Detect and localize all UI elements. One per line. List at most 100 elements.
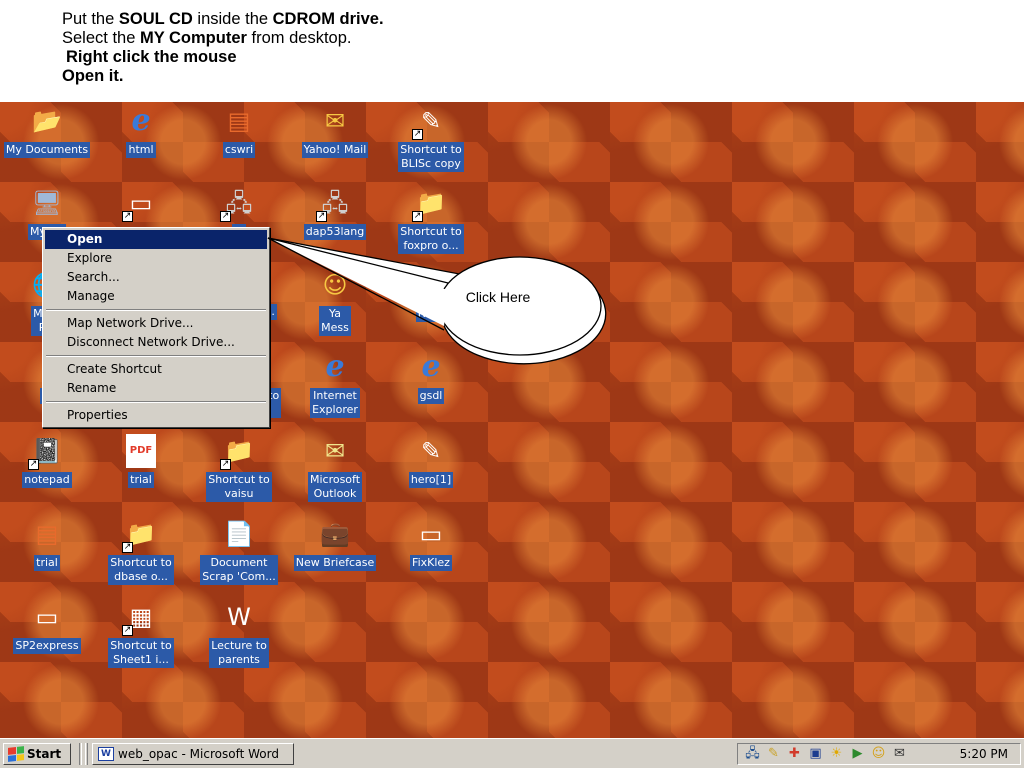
yahoo-mail-icon: ✉ bbox=[324, 107, 346, 135]
desktop-icon[interactable]: 📁 ↗ Shortcut to dbase o... bbox=[94, 517, 188, 585]
menu-item-search[interactable]: Search... bbox=[45, 268, 267, 287]
desktop-icon[interactable]: ▤ cswri bbox=[192, 104, 286, 158]
my-computer-icon: 🖥 bbox=[31, 189, 63, 217]
menu-item-disconnect-network-drive[interactable]: Disconnect Network Drive... bbox=[45, 333, 267, 352]
desktop-icon-label: FixKlez bbox=[410, 555, 452, 571]
menu-item-explore[interactable]: Explore bbox=[45, 249, 267, 268]
taskbar-button-label: web_opac - Microsoft Word bbox=[118, 747, 279, 761]
folder-icon: 📁↗ bbox=[412, 189, 446, 222]
desktop-icon[interactable]: 📄 Document Scrap 'Com... bbox=[192, 517, 286, 585]
folder-documents-icon: 📂 bbox=[32, 107, 62, 135]
shortcut-arrow-icon: ↗ bbox=[316, 211, 327, 222]
shortcut-arrow-icon: ↗ bbox=[220, 459, 231, 470]
security-tray-icon[interactable]: ✚ bbox=[786, 746, 803, 762]
internet-explorer-icon: e bbox=[325, 349, 345, 384]
desktop-icon[interactable]: ✎ hero[1] bbox=[384, 434, 478, 488]
desktop-icon-label: notepad bbox=[22, 472, 72, 488]
start-button[interactable]: Start bbox=[3, 743, 71, 765]
desktop-icon-label: Shortcut to dbase o... bbox=[108, 555, 174, 585]
desktop-icon[interactable]: ✎ ↗ Shortcut to BLISc copy bbox=[384, 104, 478, 172]
desktop-icon[interactable]: ☺ Ya Mess bbox=[288, 268, 382, 336]
yahoo-messenger-icon: ☺ bbox=[322, 271, 348, 299]
shortcut-arrow-icon: ↗ bbox=[412, 211, 423, 222]
menu-separator bbox=[46, 355, 266, 357]
windows-logo-icon bbox=[8, 746, 24, 762]
pen-tray-icon[interactable]: ✎ bbox=[765, 746, 782, 762]
desktop-icon[interactable]: 📓 ↗ notepad bbox=[0, 434, 94, 488]
instructions: Put the SOUL CD inside the CDROM drive. … bbox=[62, 10, 384, 86]
desktop-icon[interactable]: e gsdl bbox=[384, 350, 478, 404]
mail-tray-icon[interactable]: ✉ bbox=[891, 746, 908, 762]
menu-separator bbox=[46, 401, 266, 403]
folder-icon: 📁↗ bbox=[220, 437, 254, 470]
desktop-icon[interactable]: ▭ ↗ bbox=[94, 186, 188, 222]
outlook-icon: ✉ bbox=[324, 437, 346, 465]
powerpoint-file-icon: ▤ bbox=[35, 520, 59, 548]
context-menu: Open Explore Search... Manage Map Networ… bbox=[42, 227, 270, 428]
desktop-icon[interactable]: 📂 My Documents bbox=[0, 104, 94, 158]
menu-separator bbox=[46, 309, 266, 311]
desktop-icon-label: trial bbox=[128, 472, 154, 488]
menu-item-create-shortcut[interactable]: Create Shortcut bbox=[45, 360, 267, 379]
desktop-icon[interactable]: ✉ Yahoo! Mail bbox=[288, 104, 382, 158]
menu-item-manage[interactable]: Manage bbox=[45, 287, 267, 306]
desktop-icon-label: Recy bbox=[415, 306, 447, 322]
desktop-icon[interactable]: 📁 ↗ Shortcut to foxpro o... bbox=[384, 186, 478, 254]
word-icon: W bbox=[98, 747, 114, 761]
spreadsheet-icon: ▦ ↗ bbox=[122, 603, 153, 636]
shortcut-arrow-icon: ↗ bbox=[220, 211, 231, 222]
shortcut-arrow-icon: ↗ bbox=[122, 625, 133, 636]
desktop-icon-label: My Documents bbox=[3, 142, 91, 158]
sun-tray-icon[interactable]: ☀ bbox=[828, 746, 845, 762]
desktop-icon-label: Lecture to parents bbox=[209, 638, 269, 668]
network-tray-icon[interactable]: 🖧 bbox=[744, 746, 761, 762]
media-tray-icon[interactable]: ▣ bbox=[807, 746, 824, 762]
taskbar-button-word[interactable]: W web_opac - Microsoft Word bbox=[92, 743, 294, 765]
desktop-icon[interactable]: ▭ FixKlez bbox=[384, 517, 478, 571]
desktop-icon[interactable]: 📁 ↗ Shortcut to vaisu bbox=[192, 434, 286, 502]
media-player-tray-icon[interactable]: ▶ bbox=[849, 746, 866, 762]
desktop-icon[interactable]: ▤ trial bbox=[0, 517, 94, 571]
folder-icon: 📁↗ bbox=[122, 520, 156, 553]
desktop-icon[interactable]: PDF trial bbox=[94, 434, 188, 488]
desktop-icon-label: Microsoft Outlook bbox=[307, 472, 363, 502]
network-computer-icon: 🖧 ↗ bbox=[316, 189, 349, 222]
desktop-icon[interactable]: e html bbox=[94, 104, 188, 158]
menu-item-map-network-drive[interactable]: Map Network Drive... bbox=[45, 314, 267, 333]
desktop-icon[interactable]: ▭ SP2express bbox=[0, 600, 94, 654]
menu-item-properties[interactable]: Properties bbox=[45, 406, 267, 425]
shortcut-arrow-icon: ↗ bbox=[28, 459, 39, 470]
taskbar-divider bbox=[79, 743, 82, 765]
taskbar-grip[interactable] bbox=[85, 743, 88, 765]
desktop-icon[interactable]: ▦ ↗ Shortcut to Sheet1 i... bbox=[94, 600, 188, 668]
desktop-icon[interactable]: ✉ Microsoft Outlook bbox=[288, 434, 382, 502]
menu-item-rename[interactable]: Rename bbox=[45, 379, 267, 398]
desktop-icon[interactable]: e Internet Explorer bbox=[288, 350, 382, 418]
application-window-icon: ▭ bbox=[35, 603, 59, 631]
clock: 5:20 PM bbox=[959, 747, 1008, 761]
instruction-line-2: Select the MY Computer from desktop. bbox=[62, 29, 352, 47]
callout-text: Click Here bbox=[465, 289, 531, 305]
desktop-icon-label: cswri bbox=[222, 142, 256, 158]
desktop-icon[interactable]: W Lecture to parents bbox=[192, 600, 286, 668]
desktop-icon-label: Shortcut to vaisu bbox=[206, 472, 272, 502]
desktop-icon[interactable]: 🖧 ↗ dap53lang bbox=[288, 186, 382, 240]
powerpoint-file-icon: ▤ bbox=[227, 107, 251, 135]
desktop-icon-label: Shortcut to BLISc copy bbox=[398, 142, 464, 172]
internet-explorer-icon: e bbox=[421, 349, 441, 384]
briefcase-icon: 💼 bbox=[320, 520, 350, 548]
internet-explorer-icon: e bbox=[131, 103, 151, 138]
application-window-icon: ▭ bbox=[419, 520, 443, 548]
shortcut-arrow-icon: ↗ bbox=[122, 542, 133, 553]
desktop-icon-label: gsdl bbox=[417, 388, 445, 404]
desktop-icon-label: Shortcut to foxpro o... bbox=[398, 224, 464, 254]
desktop-icon[interactable]: 💼 New Briefcase bbox=[288, 517, 382, 571]
menu-item-open[interactable]: Open bbox=[45, 230, 267, 249]
desktop-icon-label: html bbox=[126, 142, 156, 158]
desktop-icon-label: New Briefcase bbox=[293, 555, 377, 571]
desktop-icon-label: Ya Mess bbox=[319, 306, 351, 336]
desktop-icon-label: Internet Explorer bbox=[310, 388, 360, 418]
desktop-icon-label: Shortcut to Sheet1 i... bbox=[108, 638, 174, 668]
start-button-label: Start bbox=[27, 747, 62, 761]
messenger-tray-icon[interactable]: ☺ bbox=[870, 746, 887, 762]
